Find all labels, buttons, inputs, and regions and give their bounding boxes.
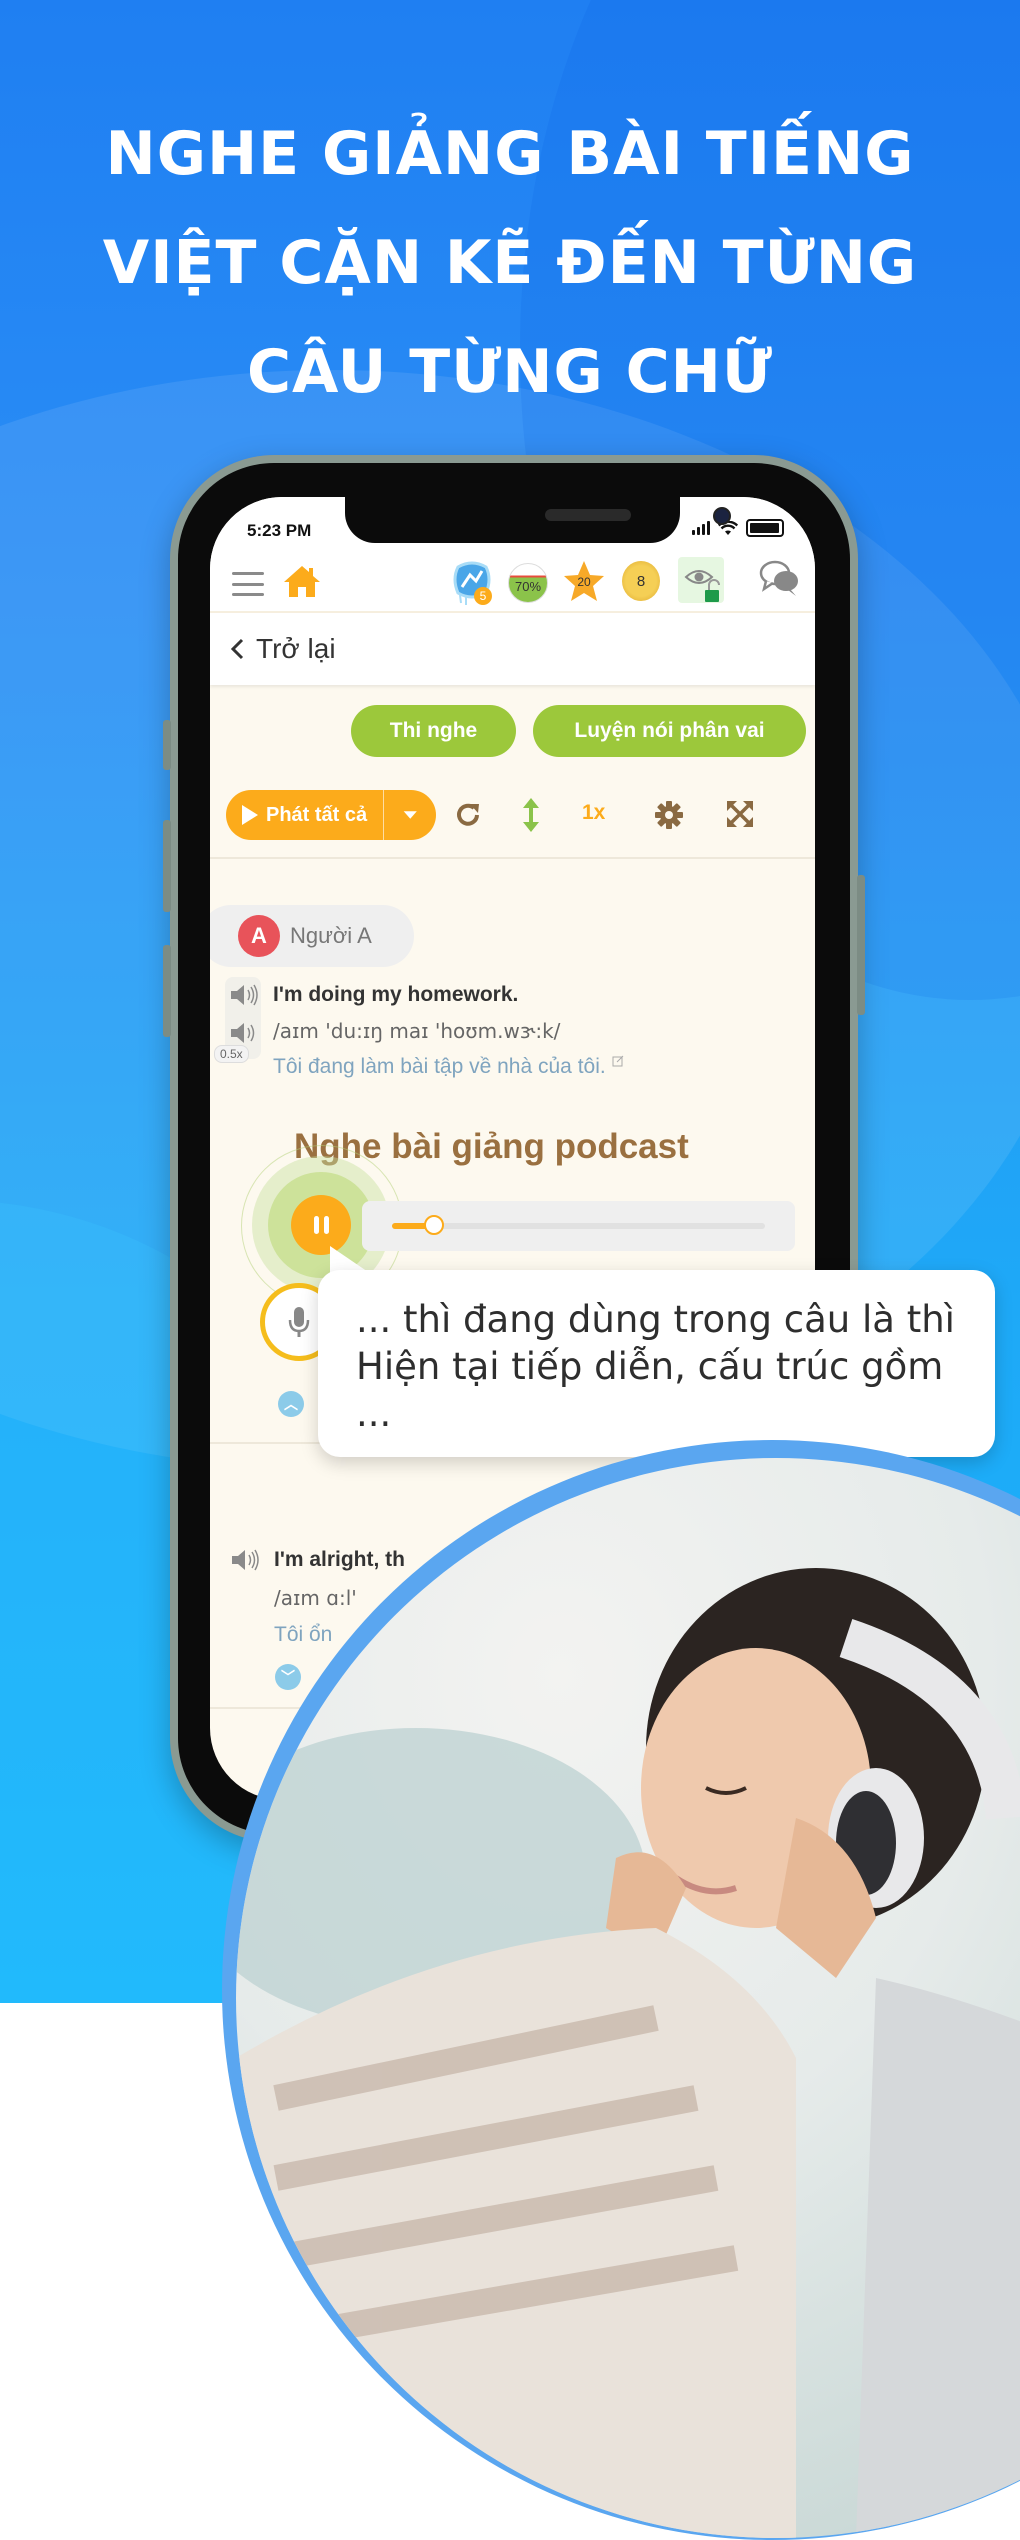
speaker-avatar: A: [238, 915, 280, 957]
speaker-volume-icon[interactable]: [230, 1548, 260, 1572]
expand-vertical-icon[interactable]: [521, 797, 541, 833]
playback-toolbar: Phát tất cả 1x: [210, 790, 815, 840]
microphone-icon: [288, 1307, 310, 1337]
status-time: 5:23 PM: [247, 521, 312, 540]
headline-line: VIỆT CẶN KẼ ĐẾN TỪNG: [102, 228, 918, 298]
headline-line: NGHE GIẢNG BÀI TIẾNG: [105, 119, 915, 189]
phone-side-button: [163, 945, 171, 1037]
app-top-bar: 5 70% 20 8: [210, 555, 815, 613]
speed-button[interactable]: 1x: [582, 801, 605, 825]
streak-freeze-button[interactable]: 5: [450, 561, 494, 612]
phone-notch: [345, 497, 731, 543]
play-all-label: Phát tất cả: [266, 803, 368, 826]
fullscreen-icon[interactable]: [726, 800, 754, 828]
sentence-english[interactable]: I'm alright, th: [274, 1548, 405, 1572]
repeat-icon[interactable]: [453, 800, 483, 830]
home-icon[interactable]: [282, 563, 322, 599]
podcast-progress-slider[interactable]: [392, 1215, 765, 1235]
roleplay-button[interactable]: Luyện nói phân vai: [533, 705, 806, 757]
unlock-icon: [705, 579, 720, 602]
pause-icon-bar: [323, 1216, 329, 1234]
chevron-left-icon: [230, 638, 244, 660]
play-icon: [242, 805, 258, 825]
pause-icon-bar: [313, 1216, 319, 1234]
menu-icon[interactable]: [232, 572, 264, 596]
sentence-ipa: /aɪm ɑ:l': [274, 1586, 357, 1610]
translation-text: Tôi đang làm bài tập về nhà của tôi.: [273, 1055, 606, 1078]
sentence-translation: Tôi đang làm bài tập về nhà của tôi.: [273, 1055, 624, 1079]
battery-icon: [746, 519, 784, 537]
front-camera: [713, 507, 731, 525]
headline-line: CÂU TỪNG CHỮ: [246, 337, 773, 407]
back-bar: Trở lại: [210, 613, 815, 685]
back-label: Trở lại: [256, 633, 336, 664]
toolbar-divider: [210, 857, 815, 859]
chat-icon[interactable]: [758, 559, 800, 599]
daily-progress-badge[interactable]: 70%: [508, 563, 548, 603]
sentence-translation: Tôi ổn: [274, 1623, 333, 1646]
play-all-button[interactable]: Phát tất cả: [226, 790, 436, 840]
dropdown-caret-icon[interactable]: [384, 808, 437, 822]
visibility-toggle[interactable]: [678, 557, 724, 603]
phone-side-button: [163, 720, 171, 770]
settings-gear-icon[interactable]: [654, 800, 684, 830]
back-button[interactable]: Trở lại: [230, 633, 336, 665]
progress-thumb[interactable]: [424, 1215, 445, 1235]
collapse-button[interactable]: ︿: [278, 1391, 304, 1417]
speaker-volume-icon[interactable]: [229, 983, 259, 1007]
speaker-label: A Người A: [210, 905, 414, 967]
chevron-up-icon: ︿: [284, 1396, 298, 1412]
status-icons: [692, 519, 784, 537]
speech-bubble-text: ... thì đang dùng trong câu là thì Hiện …: [356, 1298, 955, 1435]
coins-badge[interactable]: 8: [622, 561, 660, 601]
streak-freeze-badge: 5: [474, 587, 492, 605]
stars-count: 20: [577, 575, 591, 589]
sentence-ipa: /aɪm 'du:ɪŋ maɪ 'hoʊm.wɝ:k/: [273, 1019, 561, 1043]
speech-bubble: ... thì đang dùng trong câu là thì Hiện …: [318, 1270, 995, 1457]
phone-side-button: [857, 875, 865, 1015]
slow-speed-label: 0.5x: [214, 1045, 249, 1063]
promo-headline: NGHE GIẢNG BÀI TIẾNG VIỆT CẶN KẼ ĐẾN TỪN…: [0, 100, 1020, 427]
chevron-down-icon: ﹀: [281, 1669, 295, 1685]
phone-side-button: [163, 820, 171, 912]
earpiece: [545, 509, 631, 521]
listen-test-button[interactable]: Thi nghe: [351, 705, 516, 757]
expand-button[interactable]: ﹀: [275, 1664, 301, 1690]
progress-percent: 70%: [514, 578, 542, 594]
speaker-name: Người A: [290, 923, 372, 948]
signal-icon: [692, 521, 710, 535]
slow-audio-icon[interactable]: [229, 1021, 259, 1045]
coins-count: 8: [636, 572, 646, 590]
sentence-english[interactable]: I'm doing my homework.: [273, 983, 518, 1007]
stars-badge[interactable]: 20: [562, 559, 606, 603]
edit-icon[interactable]: [612, 1055, 624, 1067]
